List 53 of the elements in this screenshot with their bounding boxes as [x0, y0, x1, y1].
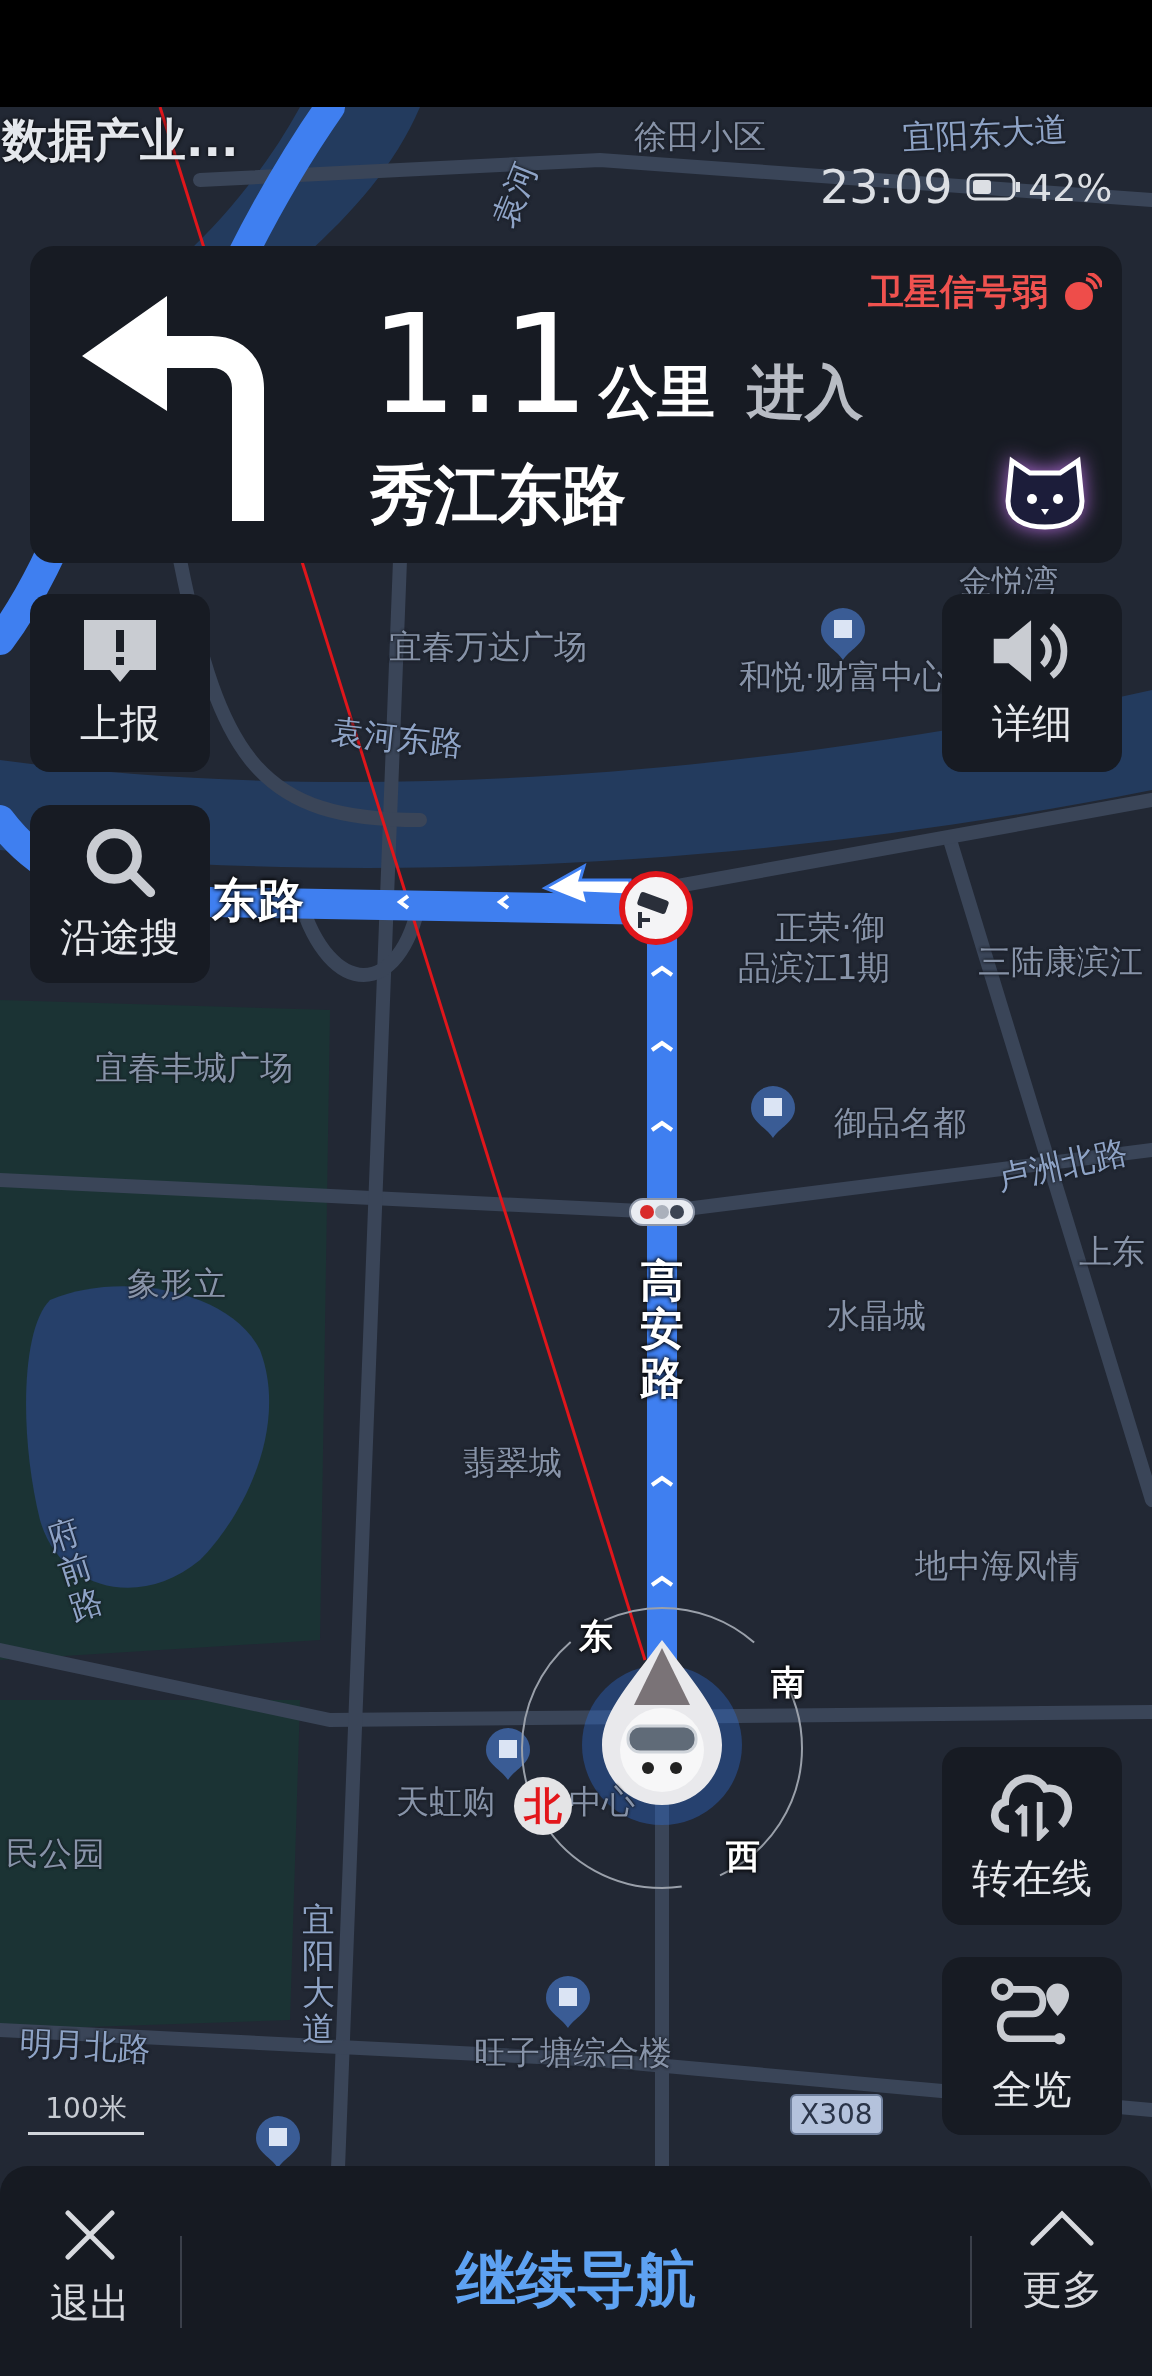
place-label: 象形立: [126, 1265, 226, 1303]
road-label: 府前路: [42, 1513, 108, 1627]
exit-button[interactable]: 退出: [0, 2210, 180, 2331]
building-pin-icon: [751, 1086, 795, 1138]
compass-label: 东: [579, 1615, 613, 1658]
battery-icon: [966, 172, 1022, 202]
report-button[interactable]: 上报: [30, 594, 210, 772]
more-button[interactable]: 更多: [972, 2210, 1152, 2317]
action-text: 进入: [747, 357, 864, 428]
place-label: 天虹购: [395, 1783, 495, 1821]
gps-warning: 卫星信号弱: [868, 270, 1048, 314]
place-label: 三陆康滨江: [977, 943, 1143, 981]
road-label: 东路: [212, 873, 304, 927]
satellite-icon: [1062, 272, 1102, 313]
road-label: 卢洲北路: [993, 1132, 1131, 1198]
building-pin-icon: [256, 2116, 300, 2168]
compass-label: 南: [771, 1661, 805, 1704]
place-label: 品滨江1期: [737, 949, 891, 987]
place-label: 民公园: [5, 1835, 105, 1873]
building-pin-icon: [486, 1728, 530, 1780]
place-label: 上东: [1079, 1233, 1145, 1271]
scale-bar: 100米: [28, 2090, 144, 2135]
road-label: 袁河东路: [329, 712, 465, 764]
place-label: 中心: [569, 1783, 635, 1821]
road-number-badge: X308: [790, 2094, 883, 2135]
close-icon: [65, 2210, 115, 2260]
next-road-name: 秀江东路: [370, 457, 627, 534]
building-pin-icon: [546, 1976, 590, 2028]
caret-up-icon: [1030, 2210, 1094, 2246]
online-button[interactable]: 转在线: [942, 1747, 1122, 1925]
overview-button[interactable]: 全览: [942, 1957, 1122, 2135]
place-label: 御品名都: [834, 1104, 966, 1142]
place-label: 翡翠城: [462, 1444, 562, 1482]
road-label: 袁河: [485, 157, 545, 233]
place-label: 正荣·御: [775, 909, 885, 947]
compass-label: 西: [726, 1835, 760, 1878]
search-button[interactable]: 沿途搜: [30, 805, 210, 983]
continue-navigation-button[interactable]: 继续导航: [182, 2210, 970, 2321]
place-label: 水晶城: [826, 1297, 926, 1335]
distance-value: 1.1: [370, 296, 590, 434]
place-label: 宜春丰城广场: [95, 1049, 293, 1087]
battery-percent: 42%: [1028, 166, 1113, 210]
clock: 23:09: [820, 160, 953, 214]
road-label: 宜阳东大道: [901, 110, 1069, 158]
distance-unit: 公里: [599, 357, 716, 428]
road-label: 宜阳大道: [301, 1902, 335, 2048]
place-label: 徐田小区: [634, 118, 766, 156]
place-label: 宜春万达广场: [389, 628, 587, 666]
road-label: 明月北路: [18, 2023, 152, 2069]
place-label: 旺子塘综合楼: [474, 2034, 672, 2072]
place-label: 地中海风情: [914, 1547, 1080, 1585]
sound-button[interactable]: 详细: [942, 594, 1122, 772]
building-pin-icon: [821, 608, 865, 660]
